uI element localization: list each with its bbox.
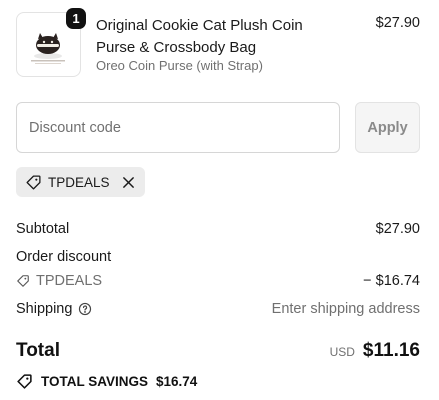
discount-code-row: TPDEALS − $16.74 — [16, 273, 420, 292]
shipping-value: Enter shipping address — [271, 301, 420, 317]
discount-code-label: TPDEALS — [36, 273, 103, 289]
currency-code: USD — [329, 345, 355, 359]
line-item: 1 Original Cookie Cat Plush Coin Purse &… — [16, 8, 424, 82]
applied-discount-chip: TPDEALS — [16, 167, 145, 197]
total-savings: TOTAL SAVINGS $16.74 — [16, 373, 197, 390]
quantity-badge: 1 — [66, 8, 86, 29]
product-price: $27.90 — [375, 15, 420, 31]
product-title: Original Cookie Cat Plush Coin Purse & C… — [96, 17, 303, 56]
order-discount-label: Order discount — [16, 249, 112, 265]
discount-value: − $16.74 — [363, 273, 420, 289]
savings-label: TOTAL SAVINGS — [41, 374, 149, 389]
savings-value: $16.74 — [156, 374, 198, 389]
close-icon[interactable] — [122, 176, 135, 189]
total-amount-group: USD $11.16 — [330, 340, 420, 362]
applied-discount-code: TPDEALS — [48, 174, 110, 190]
help-circle-icon[interactable] — [78, 302, 92, 316]
subtotal-value: $27.90 — [375, 221, 420, 237]
subtotal-label: Subtotal — [16, 221, 70, 237]
total-label: Total — [16, 340, 60, 361]
tag-icon — [16, 373, 33, 390]
shipping-label: Shipping — [16, 301, 73, 317]
order-discount-row: Order discount — [16, 249, 420, 265]
total-amount: $11.16 — [362, 340, 420, 361]
product-thumbnail-wrap: 1 — [16, 8, 86, 77]
discount-code-input[interactable] — [16, 102, 340, 153]
tag-icon — [16, 274, 30, 288]
product-variant: Oreo Coin Purse (with Strap) — [96, 58, 263, 73]
shipping-row: Shipping Enter shipping address — [16, 301, 420, 317]
subtotal-row: Subtotal $27.90 — [16, 221, 420, 237]
tag-icon — [25, 174, 42, 191]
apply-button[interactable]: Apply — [355, 102, 420, 153]
discount-row: Apply — [16, 102, 420, 153]
